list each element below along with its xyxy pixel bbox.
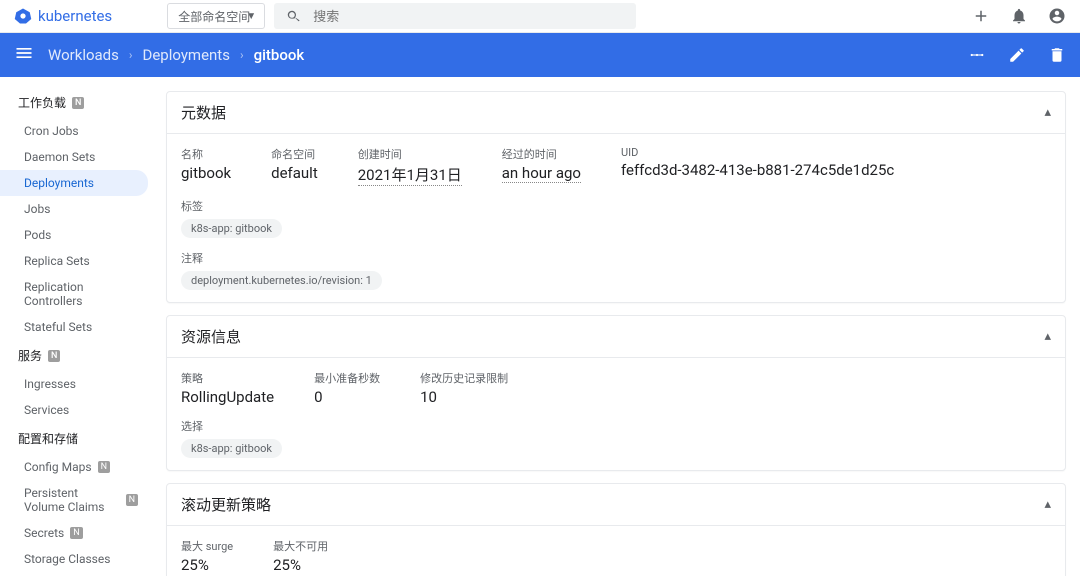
badge: N (126, 494, 138, 506)
field-value: 25% (181, 556, 233, 574)
field-label: 最大 surge (181, 538, 233, 554)
field-label: 命名空间 (271, 146, 318, 162)
chip: deployment.kubernetes.io/revision: 1 (181, 271, 382, 290)
card-title: 元数据 (181, 102, 226, 123)
badge: N (70, 527, 82, 539)
card-body: 最大 surge 25% 最大不可用 25% (167, 526, 1065, 576)
add-icon[interactable] (972, 7, 990, 25)
card-body: 策略 RollingUpdate 最小准备秒数 0 修改历史记录限制 10 选择 k8s… (167, 358, 1065, 470)
field-value: default (271, 164, 318, 182)
menu-button[interactable] (14, 43, 34, 67)
header-actions (972, 7, 1066, 25)
field-value: 2021年1月31日 (358, 164, 462, 186)
search-icon (286, 9, 301, 24)
sidebar-item[interactable]: Daemon Sets (0, 144, 156, 170)
sidebar-item[interactable]: Deployments (0, 170, 148, 196)
chip: k8s-app: gitbook (181, 219, 282, 238)
field-value: an hour ago (502, 164, 581, 183)
sidebar-item[interactable]: Replication Controllers (0, 274, 156, 314)
field-label: 策略 (181, 370, 274, 386)
field-value: feffcd3d-3482-413e-b881-274c5de1d25c (621, 161, 894, 179)
sidebar-section[interactable]: 集群 (0, 572, 156, 576)
card-title: 资源信息 (181, 326, 241, 347)
card-body: 名称 gitbook 命名空间 default 创建时间 2021年1月31日 经过的… (167, 134, 1065, 302)
field-label: UID (621, 146, 894, 159)
field-label: 经过的时间 (502, 146, 581, 162)
sidebar-item[interactable]: Ingresses (0, 371, 156, 397)
kubernetes-icon (14, 7, 32, 25)
sidebar-item[interactable]: Jobs (0, 196, 156, 222)
crumb-current: gitbook (254, 46, 305, 64)
top-header: kubernetes 全部命名空间 ▼ (0, 0, 1080, 33)
card-resource: 资源信息 ▴ 策略 RollingUpdate 最小准备秒数 0 修改历史记录限制 1… (166, 315, 1066, 471)
sidebar-item[interactable]: Storage Classes (0, 546, 156, 572)
scale-icon[interactable] (968, 46, 986, 64)
field-label: 标签 (181, 198, 282, 214)
collapse-icon[interactable]: ▴ (1044, 497, 1051, 512)
card-metadata: 元数据 ▴ 名称 gitbook 命名空间 default 创建时间 2021年1月3… (166, 91, 1066, 303)
sidebar-item[interactable]: Cron Jobs (0, 118, 156, 144)
field-value: 10 (420, 388, 508, 406)
sidebar-section[interactable]: 配置和存储 (0, 423, 156, 454)
sidebar-section[interactable]: 服务N (0, 340, 156, 371)
card-title: 滚动更新策略 (181, 494, 271, 515)
sidebar-item[interactable]: Services (0, 397, 156, 423)
field-value: gitbook (181, 164, 231, 182)
breadcrumb: Workloads › Deployments › gitbook (48, 46, 304, 64)
sidebar-item[interactable]: Pods (0, 222, 156, 248)
card-rolling: 滚动更新策略 ▴ 最大 surge 25% 最大不可用 25% (166, 483, 1066, 576)
card-header: 滚动更新策略 ▴ (167, 484, 1065, 526)
notifications-icon[interactable] (1010, 7, 1028, 25)
chip: k8s-app: gitbook (181, 439, 282, 458)
collapse-icon[interactable]: ▴ (1044, 329, 1051, 344)
field-label: 最小准备秒数 (314, 370, 380, 386)
detail-actions (968, 46, 1066, 64)
search-input[interactable] (313, 9, 624, 24)
field-label: 最大不可用 (273, 538, 328, 554)
badge: N (98, 461, 110, 473)
crumb-workloads[interactable]: Workloads (48, 46, 119, 64)
delete-icon[interactable] (1048, 46, 1066, 64)
field-label: 修改历史记录限制 (420, 370, 508, 386)
card-header: 资源信息 ▴ (167, 316, 1065, 358)
logo[interactable]: kubernetes (14, 7, 112, 25)
chevron-down-icon: ▼ (246, 11, 256, 22)
account-icon[interactable] (1048, 7, 1066, 25)
edit-icon[interactable] (1008, 46, 1026, 64)
collapse-icon[interactable]: ▴ (1044, 105, 1051, 120)
content: 元数据 ▴ 名称 gitbook 命名空间 default 创建时间 2021年1月3… (156, 77, 1080, 576)
sidebar-section[interactable]: 工作负载N (0, 87, 156, 118)
breadcrumb-bar: Workloads › Deployments › gitbook (0, 33, 1080, 77)
main: 工作负载NCron JobsDaemon SetsDeploymentsJobs… (0, 77, 1080, 576)
field-label: 名称 (181, 146, 231, 162)
field-label: 注释 (181, 250, 382, 266)
field-value: 25% (273, 556, 328, 574)
search-box[interactable] (274, 3, 636, 29)
sidebar-item[interactable]: Config MapsN (0, 454, 156, 480)
sidebar-item[interactable]: SecretsN (0, 520, 156, 546)
chevron-right-icon: › (129, 48, 133, 62)
badge: N (72, 97, 84, 109)
sidebar: 工作负载NCron JobsDaemon SetsDeploymentsJobs… (0, 77, 156, 576)
brand-text: kubernetes (38, 7, 112, 25)
sidebar-item[interactable]: Persistent Volume ClaimsN (0, 480, 156, 520)
sidebar-item[interactable]: Stateful Sets (0, 314, 156, 340)
menu-icon (14, 43, 34, 63)
field-value: RollingUpdate (181, 388, 274, 406)
card-header: 元数据 ▴ (167, 92, 1065, 134)
chevron-right-icon: › (240, 48, 244, 62)
field-label: 选择 (181, 418, 282, 434)
field-value: 0 (314, 388, 380, 406)
crumb-deployments[interactable]: Deployments (143, 46, 230, 64)
sidebar-item[interactable]: Replica Sets (0, 248, 156, 274)
field-label: 创建时间 (358, 146, 462, 162)
badge: N (48, 350, 60, 362)
namespace-select[interactable]: 全部命名空间 ▼ (167, 3, 265, 29)
namespace-selected: 全部命名空间 (178, 8, 250, 25)
